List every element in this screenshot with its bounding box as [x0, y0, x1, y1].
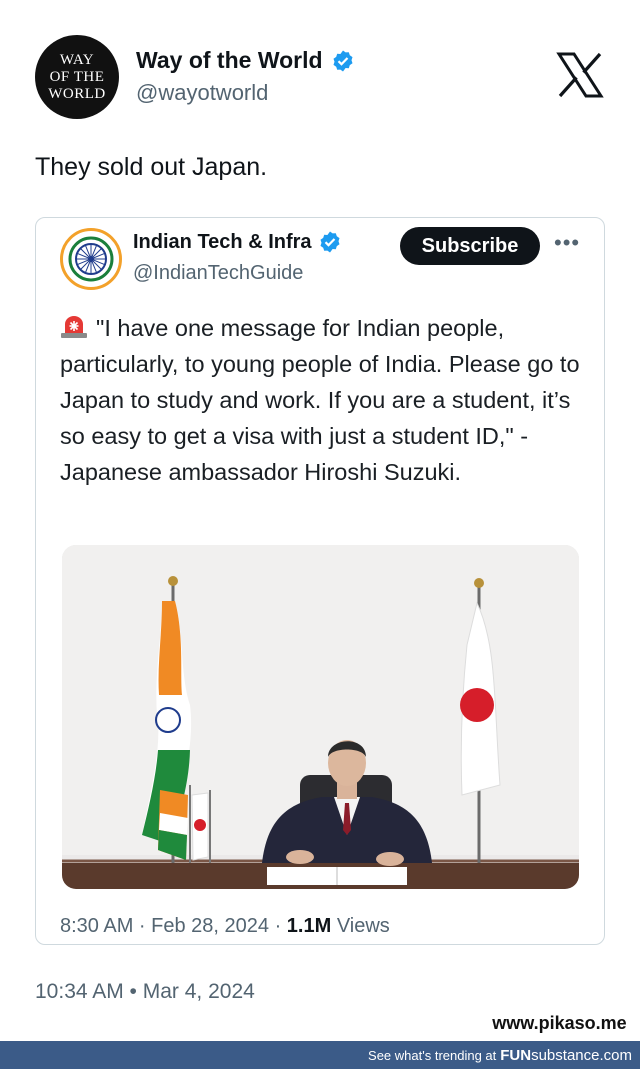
quoted-tweet-time[interactable]: 8:30 AM · Feb 28, 2024 ·	[60, 915, 287, 937]
footer-brand[interactable]: FUNsubstance.com	[500, 1047, 632, 1064]
quoted-author-name-row[interactable]: Indian Tech & Infra	[133, 230, 342, 254]
ashoka-chakra-icon	[68, 236, 114, 282]
footer-brand-suffix: .com	[599, 1046, 632, 1064]
tweet-photo[interactable]	[62, 545, 579, 889]
views-count: 1.1M	[286, 915, 332, 937]
subscribe-button[interactable]: Subscribe	[400, 227, 540, 265]
ambassador-signing-photo	[62, 545, 579, 889]
quoted-tweet-body: "I have one message for Indian people, p…	[60, 315, 580, 485]
tweet-text: They sold out Japan.	[35, 153, 268, 181]
author-handle[interactable]: @wayotworld	[136, 80, 355, 106]
avatar-line-1: WAY	[59, 51, 95, 68]
x-logo-icon[interactable]	[555, 50, 605, 100]
avatar-line-2: OF THE	[49, 68, 105, 85]
verified-badge-icon	[333, 50, 353, 71]
quoted-author-handle[interactable]: @IndianTechGuide	[133, 262, 342, 285]
avatar-line-3: WORLD	[48, 85, 106, 102]
funsubstance-footer[interactable]: See what's trending at FUNsubstance.com	[0, 1041, 640, 1069]
footer-brand-bold: FUN	[500, 1046, 532, 1064]
author-name: Way of the World	[136, 47, 323, 73]
quoted-author-avatar[interactable]	[60, 228, 122, 290]
author-info: Way of the World @wayotworld	[136, 47, 355, 106]
tweet-timestamp[interactable]: 10:34 AM • Mar 4, 2024	[35, 980, 255, 1004]
author-avatar[interactable]: WAY OF THE WORLD	[35, 35, 119, 119]
footer-text: See what's trending at	[368, 1047, 497, 1063]
views-label: Views	[331, 915, 390, 937]
quoted-tweet-meta: 8:30 AM · Feb 28, 2024 · 1.1M Views	[60, 915, 390, 938]
pikaso-watermark: www.pikaso.me	[479, 1005, 640, 1041]
siren-emoji-icon	[61, 316, 87, 338]
quoted-tweet[interactable]: Indian Tech & Infra @IndianTechGuide Sub…	[35, 217, 605, 945]
quoted-author-info: Indian Tech & Infra @IndianTechGuide	[133, 230, 342, 285]
footer-brand-rest: substance	[531, 1046, 600, 1064]
quoted-author-name: Indian Tech & Infra	[133, 230, 312, 253]
quoted-tweet-text: "I have one message for Indian people, p…	[60, 310, 590, 490]
verified-badge-icon	[320, 231, 340, 253]
more-options-icon[interactable]: •••	[554, 230, 580, 256]
author-name-row[interactable]: Way of the World	[136, 47, 355, 74]
tweet-header: WAY OF THE WORLD Way of the World @wayot…	[35, 35, 610, 120]
